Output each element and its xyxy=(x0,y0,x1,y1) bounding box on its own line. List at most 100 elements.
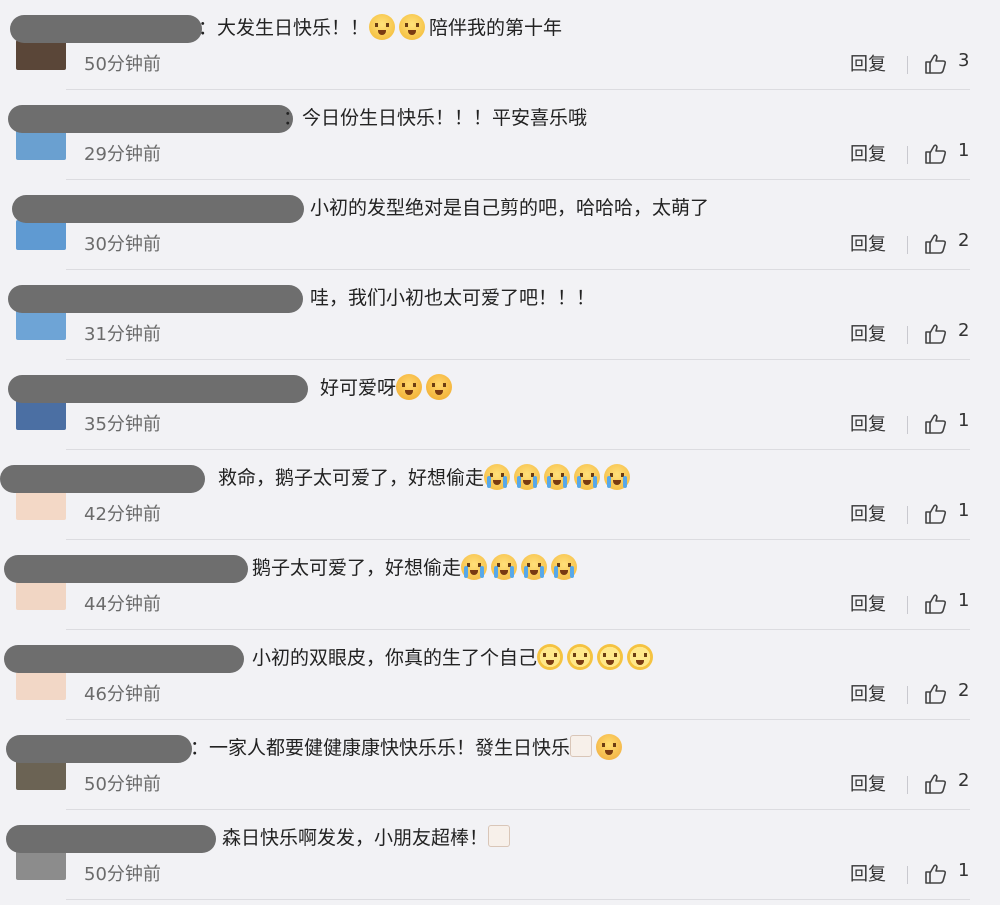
username-redacted[interactable] xyxy=(4,645,244,673)
kiss-emoji-icon xyxy=(369,14,396,40)
avatar[interactable] xyxy=(16,130,66,160)
sun-emoji-icon xyxy=(537,644,564,670)
like-count: 1 xyxy=(958,410,970,431)
reply-button[interactable]: 回复 xyxy=(850,770,886,796)
reply-button[interactable]: 回复 xyxy=(850,230,886,256)
thumbs-up-icon[interactable] xyxy=(924,682,948,706)
comment-text-main: 哇，我们小初也太可爱了吧！！！ xyxy=(310,287,596,309)
thumbs-up-icon[interactable] xyxy=(924,502,948,526)
username-redacted[interactable] xyxy=(6,825,216,853)
like-count: 2 xyxy=(958,770,970,791)
sun-emoji-icon xyxy=(597,644,624,670)
thumbs-up-icon[interactable] xyxy=(924,322,948,346)
reply-button[interactable]: 回复 xyxy=(850,590,886,616)
comment-item: ：一家人都要健健康康快快乐乐！發生日快乐 50分钟前 回复 2 xyxy=(0,720,1000,810)
reply-button[interactable]: 回复 xyxy=(850,140,886,166)
comment-text-main: 救命，鹅子太可爱了，好想偷走 xyxy=(218,467,485,489)
comment-text-main: ：一家人都要健健康康快快乐乐！發生日快乐 xyxy=(190,737,571,759)
kiss-emoji-icon xyxy=(399,14,426,40)
comment-text: ：今日份生日快乐！！！平安喜乐哦 xyxy=(283,104,587,132)
action-separator xyxy=(907,326,908,344)
avatar[interactable] xyxy=(16,850,66,880)
comment-text-tail: 陪伴我的第十年 xyxy=(429,17,563,39)
thumbs-up-icon[interactable] xyxy=(924,52,948,76)
avatar[interactable] xyxy=(16,40,66,70)
comment-text: 森日快乐啊发发，小朋友超棒！ xyxy=(222,824,514,852)
avatar[interactable] xyxy=(16,670,66,700)
avatar[interactable] xyxy=(16,310,66,340)
avatar[interactable] xyxy=(16,760,66,790)
action-separator xyxy=(907,146,908,164)
comment-text: 小初的双眼皮，你真的生了个自己 xyxy=(252,644,657,672)
avatar[interactable] xyxy=(16,580,66,610)
cake-emoji-icon xyxy=(570,735,593,757)
comment-text-main: 好可爱呀 xyxy=(320,377,397,399)
username-redacted[interactable] xyxy=(8,285,303,313)
avatar[interactable] xyxy=(16,220,66,250)
comment-list: ：大发生日快乐！！ 陪伴我的第十年 50分钟前 回复 3 ：今日份生日快乐！！！平安喜乐哦… xyxy=(0,0,1000,905)
comment-item: 鹅子太可爱了，好想偷走 44分钟前 回复 1 xyxy=(0,540,1000,630)
timestamp: 30分钟前 xyxy=(84,234,161,255)
timestamp: 50分钟前 xyxy=(84,864,161,885)
username-redacted[interactable] xyxy=(6,735,192,763)
cry-emoji-icon xyxy=(461,554,488,580)
thumbs-up-icon[interactable] xyxy=(924,232,948,256)
thumbs-up-icon[interactable] xyxy=(924,772,948,796)
comment-text: 好可爱呀 xyxy=(320,374,456,402)
reply-button[interactable]: 回复 xyxy=(850,860,886,886)
comment-text-main: 森日快乐啊发发，小朋友超棒！ xyxy=(222,827,489,849)
thumbs-up-icon[interactable] xyxy=(924,412,948,436)
comment-text-main: ：大发生日快乐！！ xyxy=(198,17,370,39)
action-separator xyxy=(907,56,908,74)
comment-item: 哇，我们小初也太可爱了吧！！！ 31分钟前 回复 2 xyxy=(0,270,1000,360)
username-redacted[interactable] xyxy=(4,555,248,583)
like-count: 1 xyxy=(958,860,970,881)
sun-emoji-icon xyxy=(627,644,654,670)
avatar[interactable] xyxy=(16,400,66,430)
reply-button[interactable]: 回复 xyxy=(850,50,886,76)
username-redacted[interactable] xyxy=(12,195,304,223)
comment-text-main: ：今日份生日快乐！！！平安喜乐哦 xyxy=(283,107,588,129)
comment-text: ：一家人都要健健康康快快乐乐！發生日快乐 xyxy=(190,734,626,762)
thumbs-up-icon[interactable] xyxy=(924,142,948,166)
thumbs-up-icon[interactable] xyxy=(924,592,948,616)
like-count: 2 xyxy=(958,320,970,341)
like-count: 2 xyxy=(958,680,970,701)
cry-emoji-icon xyxy=(484,464,511,490)
timestamp: 50分钟前 xyxy=(84,54,161,75)
reply-button[interactable]: 回复 xyxy=(850,680,886,706)
cry-emoji-icon xyxy=(551,554,578,580)
cry-emoji-icon xyxy=(604,464,631,490)
like-count: 1 xyxy=(958,500,970,521)
action-separator xyxy=(907,686,908,704)
tear-emoji-icon xyxy=(596,734,623,760)
cake-emoji-icon xyxy=(488,825,511,847)
thumbs-up-icon[interactable] xyxy=(924,862,948,886)
comment-item: 森日快乐啊发发，小朋友超棒！ 50分钟前 回复 1 xyxy=(0,810,1000,900)
avatar[interactable] xyxy=(16,490,66,520)
username-redacted[interactable] xyxy=(8,375,308,403)
comment-item: ：今日份生日快乐！！！平安喜乐哦 29分钟前 回复 1 xyxy=(0,90,1000,180)
reply-button[interactable]: 回复 xyxy=(850,320,886,346)
like-count: 3 xyxy=(958,50,970,71)
comment-item: ：大发生日快乐！！ 陪伴我的第十年 50分钟前 回复 3 xyxy=(0,0,1000,90)
username-redacted[interactable] xyxy=(0,465,205,493)
like-count: 1 xyxy=(958,590,970,611)
comment-item: 小初的发型绝对是自己剪的吧，哈哈哈，太萌了 30分钟前 回复 2 xyxy=(0,180,1000,270)
action-separator xyxy=(907,776,908,794)
comment-text: 鹅子太可爱了，好想偷走 xyxy=(252,554,581,582)
username-redacted[interactable] xyxy=(8,105,293,133)
reply-button[interactable]: 回复 xyxy=(850,500,886,526)
action-separator xyxy=(907,236,908,254)
cry-emoji-icon xyxy=(521,554,548,580)
action-separator xyxy=(907,596,908,614)
timestamp: 42分钟前 xyxy=(84,504,161,525)
action-separator xyxy=(907,866,908,884)
username-redacted[interactable] xyxy=(10,15,202,43)
comment-text: 小初的发型绝对是自己剪的吧，哈哈哈，太萌了 xyxy=(310,194,709,222)
timestamp: 29分钟前 xyxy=(84,144,161,165)
reply-button[interactable]: 回复 xyxy=(850,410,886,436)
like-count: 1 xyxy=(958,140,970,161)
cry-emoji-icon xyxy=(574,464,601,490)
divider xyxy=(66,899,970,900)
